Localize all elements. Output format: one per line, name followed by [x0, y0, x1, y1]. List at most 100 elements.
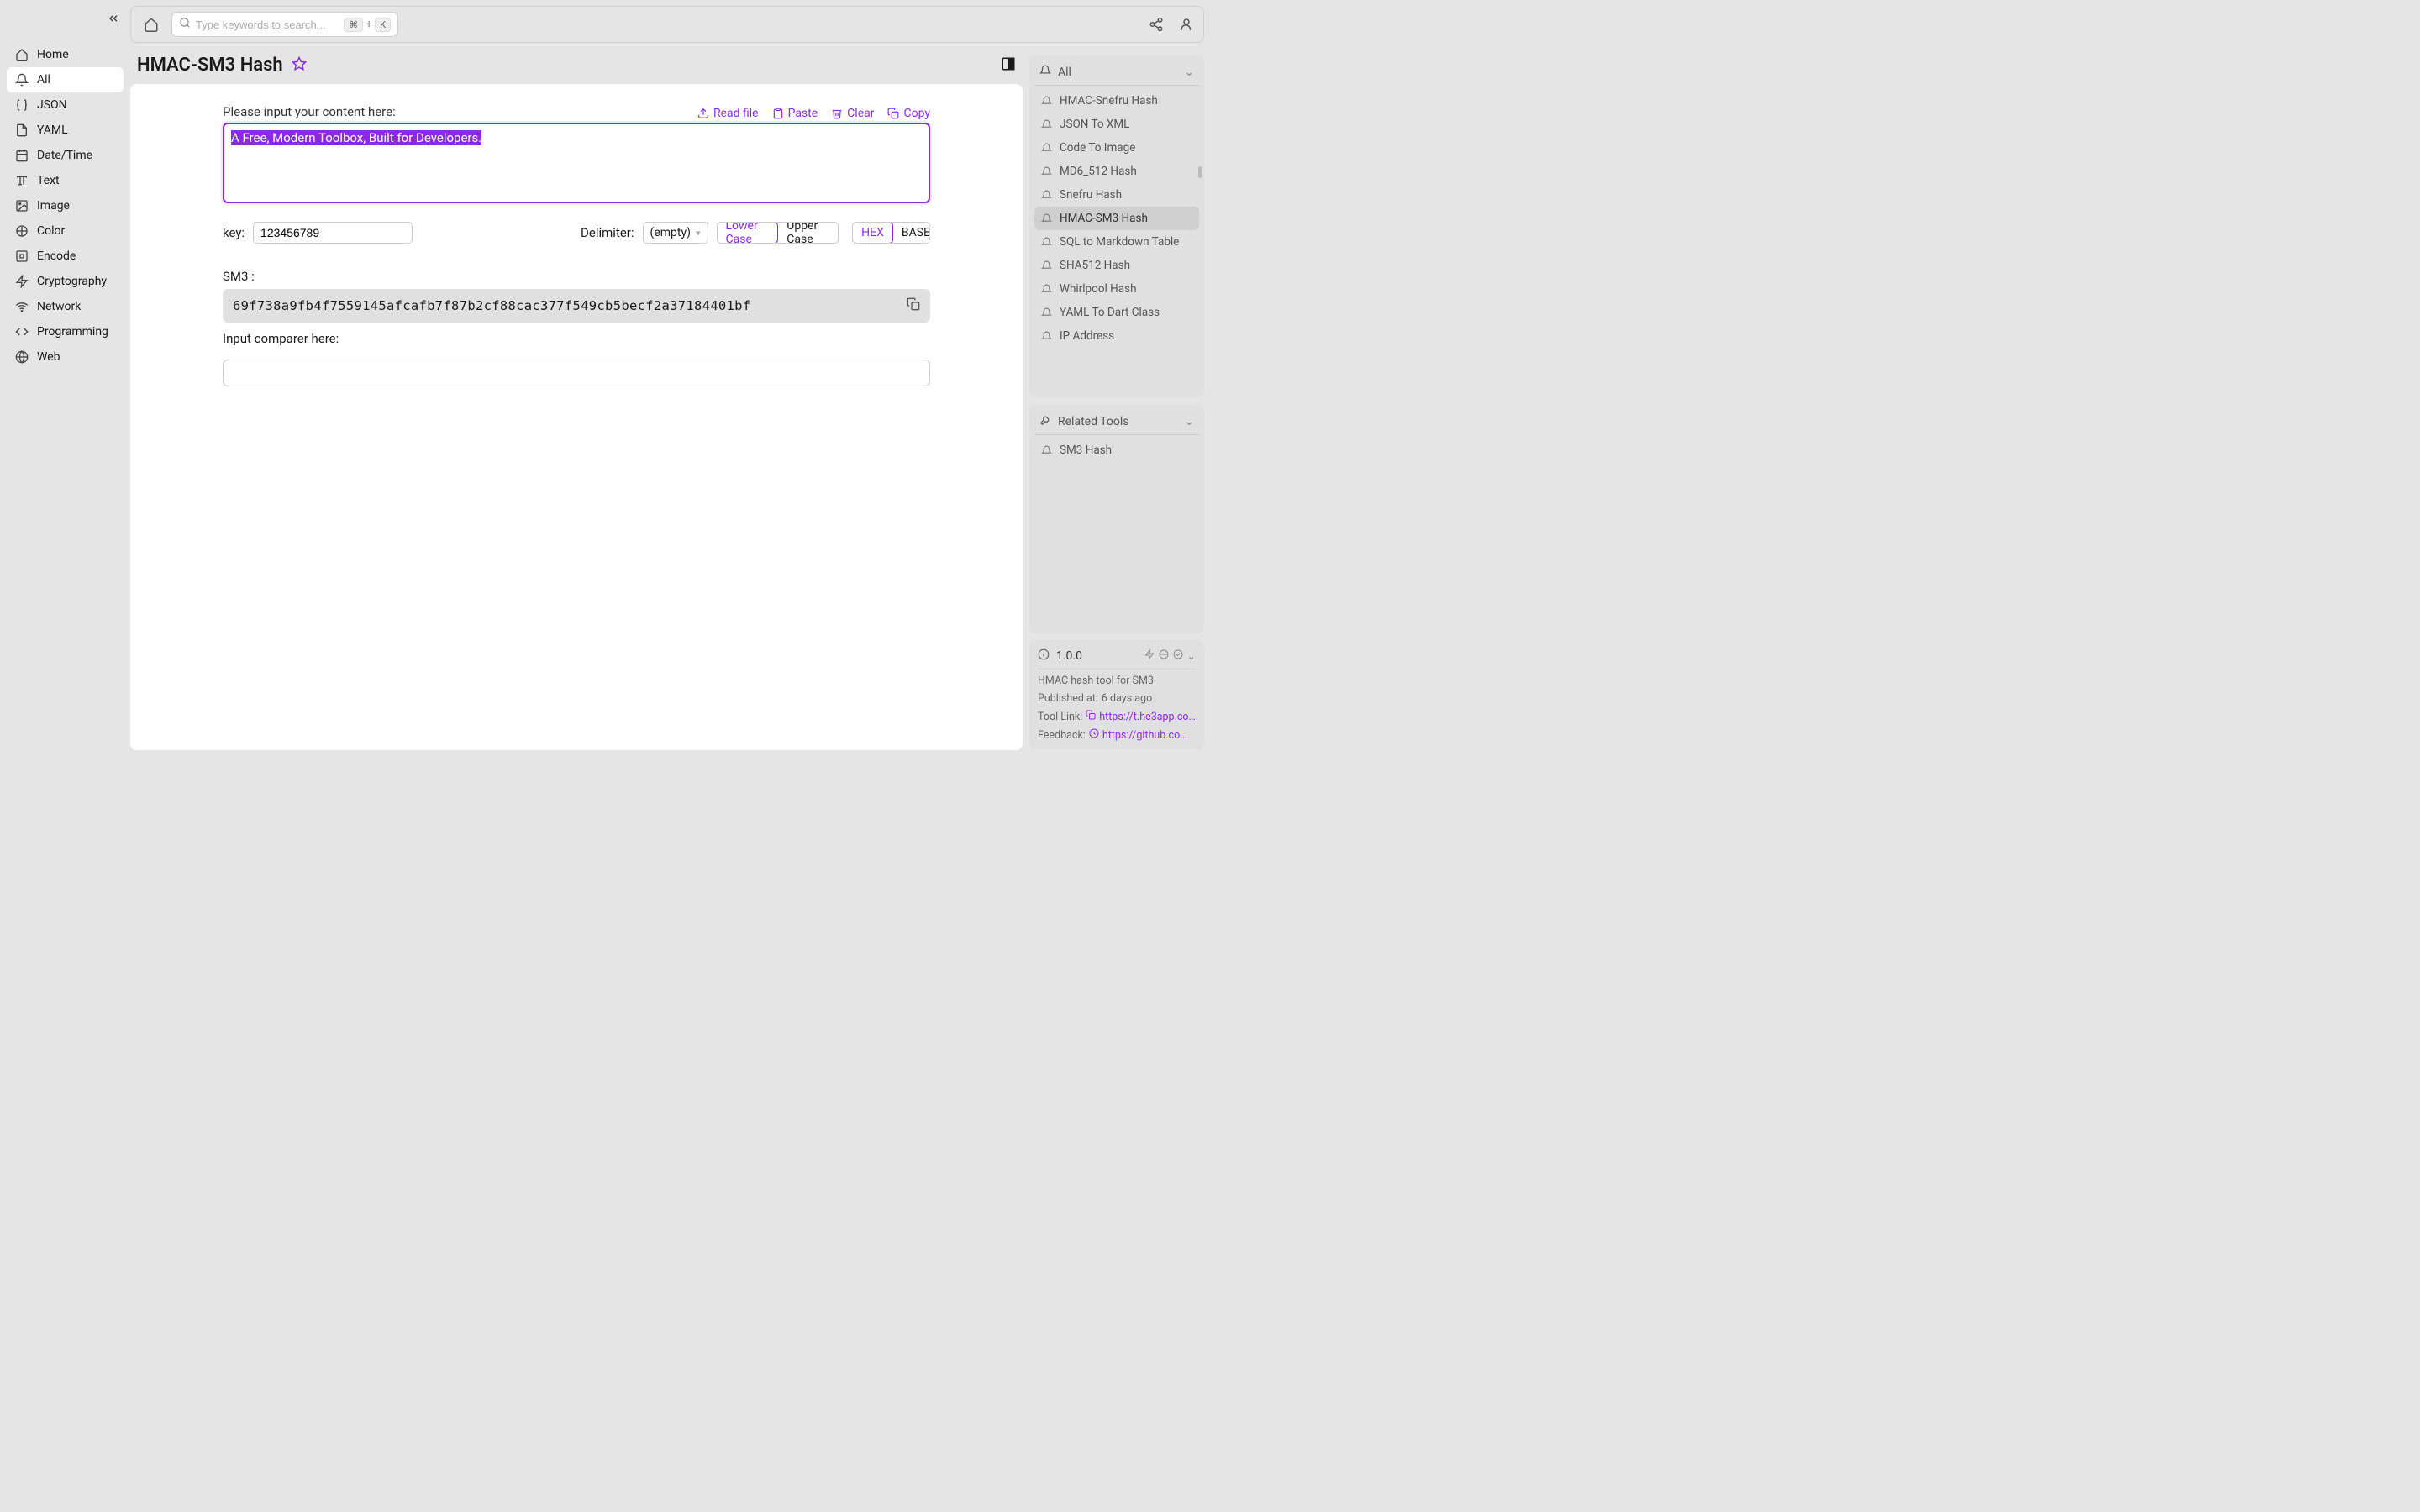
sidebar-collapse-button[interactable] — [107, 12, 120, 29]
sidebar-item-network[interactable]: Network — [7, 294, 124, 319]
sidebar-item-home[interactable]: Home — [7, 42, 124, 67]
favorite-button[interactable] — [292, 56, 307, 75]
bell-icon — [1041, 213, 1053, 224]
search-box[interactable]: ⌘ + K — [171, 12, 398, 37]
encode-icon — [15, 249, 29, 263]
bolt-icon — [1144, 649, 1155, 663]
tool-list-item[interactable]: Code To Image — [1034, 136, 1199, 160]
tool-list-label: SHA512 Hash — [1060, 259, 1130, 272]
tool-list-item[interactable]: JSON To XML — [1034, 113, 1199, 136]
comparer-label: Input comparer here: — [223, 331, 930, 346]
tool-list-label: Code To Image — [1060, 141, 1135, 155]
bolt-icon — [15, 275, 29, 288]
copy-button[interactable]: Copy — [887, 107, 930, 120]
paste-button[interactable]: Paste — [772, 107, 818, 120]
wrench-icon — [1039, 414, 1051, 429]
tool-list-item[interactable]: IP Address — [1034, 324, 1199, 348]
search-icon — [179, 17, 191, 32]
sidebar-item-color[interactable]: Color — [7, 218, 124, 244]
hex-option[interactable]: HEX — [852, 222, 893, 244]
external-link-icon — [1089, 728, 1099, 742]
tool-list-label: YAML To Dart Class — [1060, 306, 1160, 319]
key-input[interactable] — [253, 222, 413, 244]
key-label: key: — [223, 225, 245, 240]
tool-list-item[interactable]: YAML To Dart Class — [1034, 301, 1199, 324]
comparer-input[interactable] — [223, 360, 930, 386]
tool-link[interactable]: https://t.he3app.co… — [1099, 711, 1196, 723]
sidebar-item-image[interactable]: Image — [7, 193, 124, 218]
feedback-label: Feedback: — [1038, 729, 1086, 742]
search-input[interactable] — [196, 18, 344, 31]
tool-list-item[interactable]: SQL to Markdown Table — [1034, 230, 1199, 254]
published-label: Published at: — [1038, 692, 1098, 705]
case-toggle: Lower Case Upper Case — [717, 222, 839, 244]
base64-option[interactable]: BASE64 — [892, 223, 930, 243]
bell-icon — [1041, 307, 1053, 318]
share-button[interactable] — [1148, 16, 1165, 33]
user-button[interactable] — [1178, 16, 1195, 33]
image-icon — [15, 199, 29, 213]
info-card: 1.0.0 ⌄ HMAC hash tool for SM3 Published… — [1029, 640, 1204, 750]
tool-list-label: JSON To XML — [1060, 118, 1129, 131]
bell-icon — [15, 73, 29, 87]
sidebar-item-label: Color — [37, 224, 65, 238]
tool-list-item[interactable]: HMAC-SM3 Hash — [1034, 207, 1199, 230]
home-button[interactable] — [139, 13, 163, 36]
sidebar: Home All JSON YAML Date/Time Text — [0, 0, 130, 756]
sidebar-item-encode[interactable]: Encode — [7, 244, 124, 269]
clear-button[interactable]: Clear — [831, 107, 874, 120]
tool-list-item[interactable]: MD6_512 Hash — [1034, 160, 1199, 183]
bell-icon — [1039, 65, 1051, 80]
upper-case-option[interactable]: Upper Case — [777, 223, 838, 243]
all-tools-header[interactable]: All ⌄ — [1034, 60, 1199, 86]
read-file-button[interactable]: Read file — [697, 107, 759, 120]
output-box: 69f738a9fb4f7559145afcafb7f87b2cf88cac37… — [223, 289, 930, 323]
sidebar-item-label: Programming — [37, 325, 108, 339]
globe-icon — [15, 350, 29, 364]
text-icon — [15, 174, 29, 187]
tool-list-item[interactable]: HMAC-Snefru Hash — [1034, 89, 1199, 113]
sidebar-item-text[interactable]: Text — [7, 168, 124, 193]
sidebar-item-json[interactable]: JSON — [7, 92, 124, 118]
chevron-down-icon: ⌄ — [1184, 66, 1194, 79]
bell-icon — [1041, 95, 1053, 107]
related-tool-item[interactable]: SM3 Hash — [1034, 438, 1199, 462]
tool-list-item[interactable]: SHA512 Hash — [1034, 254, 1199, 277]
lower-case-option[interactable]: Lower Case — [717, 222, 779, 244]
copy-link-icon[interactable] — [1086, 710, 1096, 723]
feedback-link[interactable]: https://github.com/… — [1102, 729, 1196, 742]
bell-icon — [1041, 444, 1053, 456]
input-label: Please input your content here: — [223, 104, 396, 119]
tool-list-label: SQL to Markdown Table — [1060, 235, 1179, 249]
delimiter-select[interactable]: (empty) ▾ — [643, 222, 708, 244]
bell-icon — [1041, 165, 1053, 177]
sidebar-item-label: Encode — [37, 249, 76, 263]
sidebar-item-datetime[interactable]: Date/Time — [7, 143, 124, 168]
sidebar-item-label: Cryptography — [37, 275, 107, 288]
sidebar-item-yaml[interactable]: YAML — [7, 118, 124, 143]
scrollbar-thumb[interactable] — [1198, 166, 1202, 178]
chevron-down-icon: ▾ — [696, 228, 701, 239]
sidebar-item-label: All — [37, 73, 50, 87]
info-description: HMAC hash tool for SM3 — [1038, 675, 1196, 687]
copy-output-button[interactable] — [907, 297, 920, 314]
panel-toggle-button[interactable] — [1001, 56, 1016, 75]
file-icon — [15, 123, 29, 137]
home-icon — [15, 48, 29, 61]
wifi-icon — [15, 300, 29, 313]
content-textarea[interactable]: A Free, Modern Toolbox, Built for Develo… — [223, 123, 930, 203]
sidebar-item-programming[interactable]: Programming — [7, 319, 124, 344]
sidebar-item-web[interactable]: Web — [7, 344, 124, 370]
output-value: 69f738a9fb4f7559145afcafb7f87b2cf88cac37… — [233, 298, 750, 313]
all-tools-card: All ⌄ HMAC-Snefru Hash JSON To XML Code To… — [1029, 55, 1204, 397]
check-icon — [1173, 649, 1183, 663]
sidebar-item-all[interactable]: All — [7, 67, 124, 92]
page-title: HMAC-SM3 Hash — [137, 55, 283, 76]
related-tools-header[interactable]: Related Tools ⌄ — [1034, 409, 1199, 435]
tool-list-item[interactable]: Snefru Hash — [1034, 183, 1199, 207]
chevron-down-icon[interactable]: ⌄ — [1187, 649, 1196, 663]
version-text: 1.0.0 — [1056, 649, 1082, 663]
tool-list-item[interactable]: Whirlpool Hash — [1034, 277, 1199, 301]
sidebar-item-cryptography[interactable]: Cryptography — [7, 269, 124, 294]
output-label: SM3 : — [223, 269, 930, 284]
